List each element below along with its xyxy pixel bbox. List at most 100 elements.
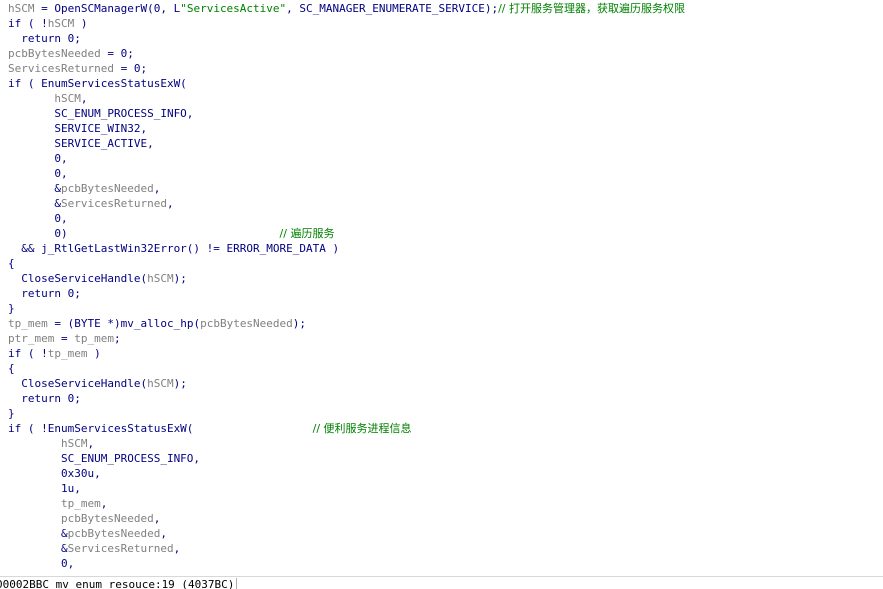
code-text: if ( ! (8, 347, 48, 360)
code-comment: // 遍历服务 (279, 227, 335, 240)
status-location: 00002BBC mv_enum_resouce:19 (4037BC) (0, 578, 238, 589)
code-variable: ServicesReturned (67, 542, 174, 555)
code-text: if ( !EnumServicesStatusExW( (8, 422, 313, 435)
code-line[interactable]: 0x30u, (8, 466, 101, 481)
code-text: SC_ENUM_PROCESS_INFO, (8, 452, 201, 465)
code-text: return 0; (8, 392, 81, 405)
code-line[interactable]: 0, (8, 556, 74, 571)
code-line[interactable]: tp_mem = (BYTE *)mv_alloc_hp(pcbBytesNee… (8, 316, 306, 331)
code-text: ); (292, 317, 307, 330)
code-line[interactable]: return 0; (8, 286, 81, 301)
code-text: 0, (8, 212, 68, 225)
code-variable: pcbBytesNeeded (8, 47, 101, 60)
code-variable: pcbBytesNeeded (60, 512, 154, 525)
code-text: SC_ENUM_PROCESS_INFO, (8, 107, 194, 120)
code-line[interactable]: hSCM, (8, 436, 94, 451)
code-line[interactable]: ptr_mem = tp_mem; (8, 331, 121, 346)
code-comment: // 便利服务进程信息 (312, 422, 412, 435)
code-line[interactable]: SERVICE_WIN32, (8, 121, 147, 136)
code-text: , (166, 197, 174, 210)
code-text: = (BYTE *)mv_alloc_hp( (47, 317, 201, 330)
code-line[interactable]: && j_RtlGetLastWin32Error() != ERROR_MOR… (8, 241, 339, 256)
code-text: return 0; (8, 287, 81, 300)
code-line[interactable]: SERVICE_ACTIVE, (8, 136, 153, 151)
code-text: , (87, 437, 95, 450)
code-line[interactable]: } (8, 406, 15, 421)
code-text: return 0; (8, 32, 81, 45)
code-variable: hSCM (147, 272, 174, 285)
code-comment: // 打开服务管理器，获取遍历服务权限 (498, 2, 686, 15)
code-text: , (100, 497, 108, 510)
code-variable: hSCM (8, 2, 35, 15)
code-text: & (8, 182, 61, 195)
code-text: 0, (8, 167, 68, 180)
code-text: , (80, 92, 88, 105)
code-variable: hSCM (60, 437, 88, 450)
code-variable: tp_mem (8, 317, 48, 330)
code-text: SERVICE_WIN32, (8, 122, 148, 135)
code-line[interactable]: if ( !tp_mem ) (8, 346, 101, 361)
code-line[interactable]: 0, (8, 166, 68, 181)
code-line[interactable]: if ( !hSCM ) (8, 16, 88, 31)
code-text: ; (113, 332, 121, 345)
code-line[interactable]: { (8, 256, 15, 271)
code-line[interactable]: &ServicesReturned, (8, 541, 180, 556)
pseudocode-window: hSCM = OpenSCManagerW(0, L"ServicesActiv… (0, 0, 883, 589)
code-text: ); (173, 377, 187, 390)
code-line[interactable]: 0, (8, 211, 68, 226)
code-line[interactable]: pcbBytesNeeded, (8, 511, 160, 526)
code-text: } (8, 407, 15, 420)
code-line[interactable]: pcbBytesNeeded = 0; (8, 46, 134, 61)
code-line[interactable]: ServicesReturned = 0; (8, 61, 147, 76)
code-variable: tp_mem (74, 332, 114, 345)
code-text: = 0; (113, 62, 148, 75)
code-variable: tp_mem (60, 497, 101, 510)
code-line[interactable]: return 0; (8, 391, 81, 406)
code-line[interactable]: if ( EnumServicesStatusExW( (8, 76, 187, 91)
code-line[interactable]: hSCM, (8, 91, 87, 106)
code-line[interactable]: } (8, 301, 15, 316)
code-line[interactable]: SC_ENUM_PROCESS_INFO, (8, 106, 193, 121)
code-text: 0, (8, 557, 75, 570)
pseudocode-view[interactable]: hSCM = OpenSCManagerW(0, L"ServicesActiv… (8, 0, 883, 577)
code-text: , (153, 512, 161, 525)
code-text: & (8, 527, 68, 540)
code-line[interactable]: { (8, 361, 15, 376)
code-line[interactable]: &pcbBytesNeeded, (8, 181, 160, 196)
code-text: { (8, 362, 15, 375)
code-text: & (8, 542, 68, 555)
code-text: , SC_MANAGER_ENUMERATE_SERVICE); (286, 2, 499, 15)
code-line[interactable]: 0, (8, 151, 67, 166)
code-text: ) (87, 347, 101, 360)
code-line[interactable]: return 0; (8, 31, 81, 46)
code-text: , (153, 182, 161, 195)
code-variable: hSCM (147, 377, 174, 390)
code-text: ) (74, 17, 88, 30)
code-text: 0x30u, (8, 467, 101, 480)
code-text: 0) (8, 227, 280, 240)
code-line[interactable]: tp_mem, (8, 496, 107, 511)
code-text: , (160, 527, 167, 540)
code-text: if ( EnumServicesStatusExW( (8, 77, 187, 90)
code-text: ); (173, 272, 187, 285)
code-text: { (8, 257, 15, 270)
code-variable: ptr_mem (8, 332, 55, 345)
code-line[interactable]: &pcbBytesNeeded, (8, 526, 167, 541)
code-line[interactable]: 0) // 遍历服务 (8, 226, 334, 241)
code-line[interactable]: CloseServiceHandle(hSCM); (8, 376, 187, 391)
code-variable: hSCM (47, 17, 75, 30)
code-line[interactable]: SC_ENUM_PROCESS_INFO, (8, 451, 200, 466)
code-line[interactable]: 1u, (8, 481, 81, 496)
code-variable: pcbBytesNeeded (67, 527, 161, 540)
code-line[interactable]: CloseServiceHandle(hSCM); (8, 271, 187, 286)
code-variable: tp_mem (47, 347, 88, 360)
code-text: 1u, (8, 482, 81, 495)
code-line[interactable]: hSCM = OpenSCManagerW(0, L"ServicesActiv… (8, 1, 685, 16)
code-variable: pcbBytesNeeded (200, 317, 293, 330)
code-line[interactable]: &ServicesReturned, (8, 196, 174, 211)
code-line[interactable]: if ( !EnumServicesStatusExW( // 便利服务进程信息 (8, 421, 412, 436)
code-variable: ServicesReturned (60, 197, 167, 210)
